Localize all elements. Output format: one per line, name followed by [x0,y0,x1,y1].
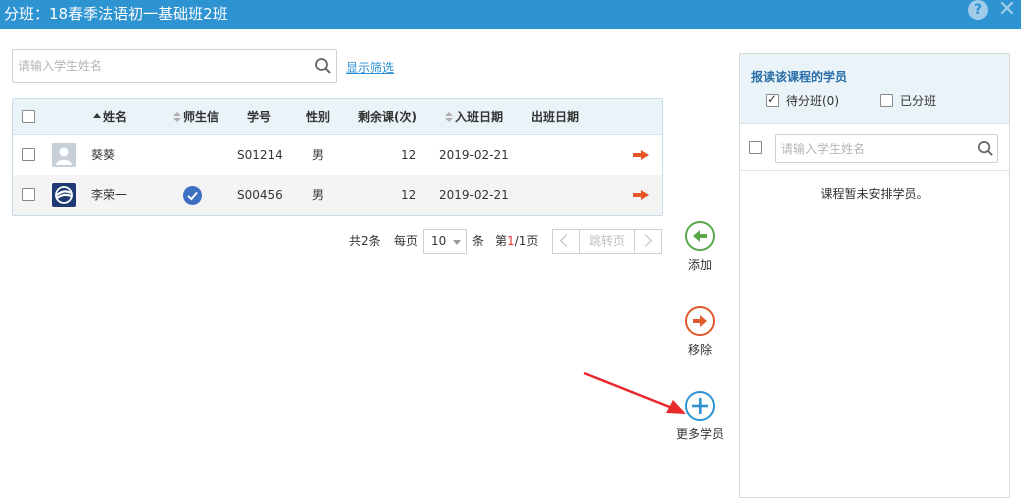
assigned-checkbox[interactable] [880,94,893,107]
sort-icon [445,111,453,122]
jump-page-button[interactable]: 跳转页 [580,230,634,253]
remove-button[interactable]: 移除 [670,306,730,358]
close-icon[interactable]: ✕ [996,0,1018,22]
arrow-left-icon [685,221,715,251]
chevron-left-icon [560,234,573,247]
panel-header: 报读该课程的学员 待分班(0) 已分班 [740,54,1009,124]
sort-icon [173,111,181,122]
column-header-name[interactable]: 姓名 [93,99,127,135]
student-table: 姓名 师生信 学号 性别 剩余课(次) 入班日期 出班日期 葵葵 S01214 … [12,98,663,216]
add-label: 添加 [687,258,712,272]
panel-search-input[interactable] [776,135,966,162]
column-header-leave-date: 出班日期 [531,110,580,124]
next-page-button[interactable] [634,230,661,253]
row-checkbox[interactable] [22,188,35,201]
current-page: 1 [507,234,515,248]
student-name[interactable]: 葵葵 [91,135,115,175]
pager-total: 共2条 [349,234,381,248]
pager-unit: 条 [472,234,485,248]
student-gender: 男 [312,188,325,202]
remaining-lessons: 12 [401,188,417,202]
prev-page-button[interactable] [553,230,580,253]
per-page-value: 10 [431,234,447,248]
remaining-lessons: 12 [401,148,417,162]
per-page-select[interactable]: 10 [423,229,467,254]
column-header-remaining: 剩余课(次) [358,110,417,124]
verified-check-icon [183,186,202,205]
student-gender: 男 [312,148,325,162]
panel-title: 报读该课程的学员 [751,70,848,84]
avatar [52,143,76,167]
search-icon[interactable] [977,140,994,157]
row-checkbox[interactable] [22,148,35,161]
table-row[interactable]: 葵葵 S01214 男 12 2019-02-21 [13,135,662,175]
more-students-label: 更多学员 [675,427,724,441]
column-header-gender: 性别 [306,110,331,124]
student-name[interactable]: 李荣一 [91,175,127,215]
sort-asc-icon [93,113,101,118]
panel-search-row [740,125,1009,171]
table-row[interactable]: 李荣一 S00456 男 12 2019-02-21 [13,175,662,215]
avatar [52,183,76,207]
remove-label: 移除 [687,343,712,357]
join-date: 2019-02-21 [439,188,509,202]
filter-assigned[interactable]: 已分班 [880,94,936,108]
table-header: 姓名 师生信 学号 性别 剩余课(次) 入班日期 出班日期 [13,99,662,135]
empty-message: 课程暂未安排学员。 [820,187,929,201]
dialog-title: 分班：18春季法语初一基础班2班 [4,5,228,23]
show-filter-link[interactable]: 显示筛选 [346,59,394,76]
column-header-student-id: 学号 [247,110,272,124]
help-icon[interactable]: ? [968,0,988,20]
column-header-messenger[interactable]: 师生信 [173,99,219,135]
arrow-right-icon[interactable] [633,150,649,160]
enrolled-students-panel: 报读该课程的学员 待分班(0) 已分班 课程暂未安排学员。 [739,53,1010,498]
student-id: S01214 [237,148,283,162]
chevron-down-icon [453,240,461,245]
panel-select-all-checkbox[interactable] [749,141,762,154]
annotation-arrow-icon [583,371,686,414]
add-button[interactable]: 添加 [670,221,730,273]
arrow-right-icon[interactable] [633,190,649,200]
pager-page-info: 第1/1页 [495,234,539,248]
student-id: S00456 [237,188,283,202]
join-date: 2019-02-21 [439,148,509,162]
panel-search-box [775,134,998,163]
title-bar: 分班：18春季法语初一基础班2班 ? ✕ [0,0,1021,29]
student-search-input[interactable] [13,50,303,82]
search-icon[interactable] [314,57,332,75]
unassigned-checkbox[interactable] [766,92,779,107]
select-all-checkbox[interactable] [22,110,35,123]
column-header-join-date[interactable]: 入班日期 [445,99,503,135]
pager-nav: 跳转页 [552,229,662,254]
student-search-box [12,49,337,83]
chevron-right-icon [639,234,652,247]
filter-unassigned[interactable]: 待分班(0) [766,92,839,108]
pager-per-page-label: 每页 [394,234,419,248]
arrow-right-icon [685,306,715,336]
